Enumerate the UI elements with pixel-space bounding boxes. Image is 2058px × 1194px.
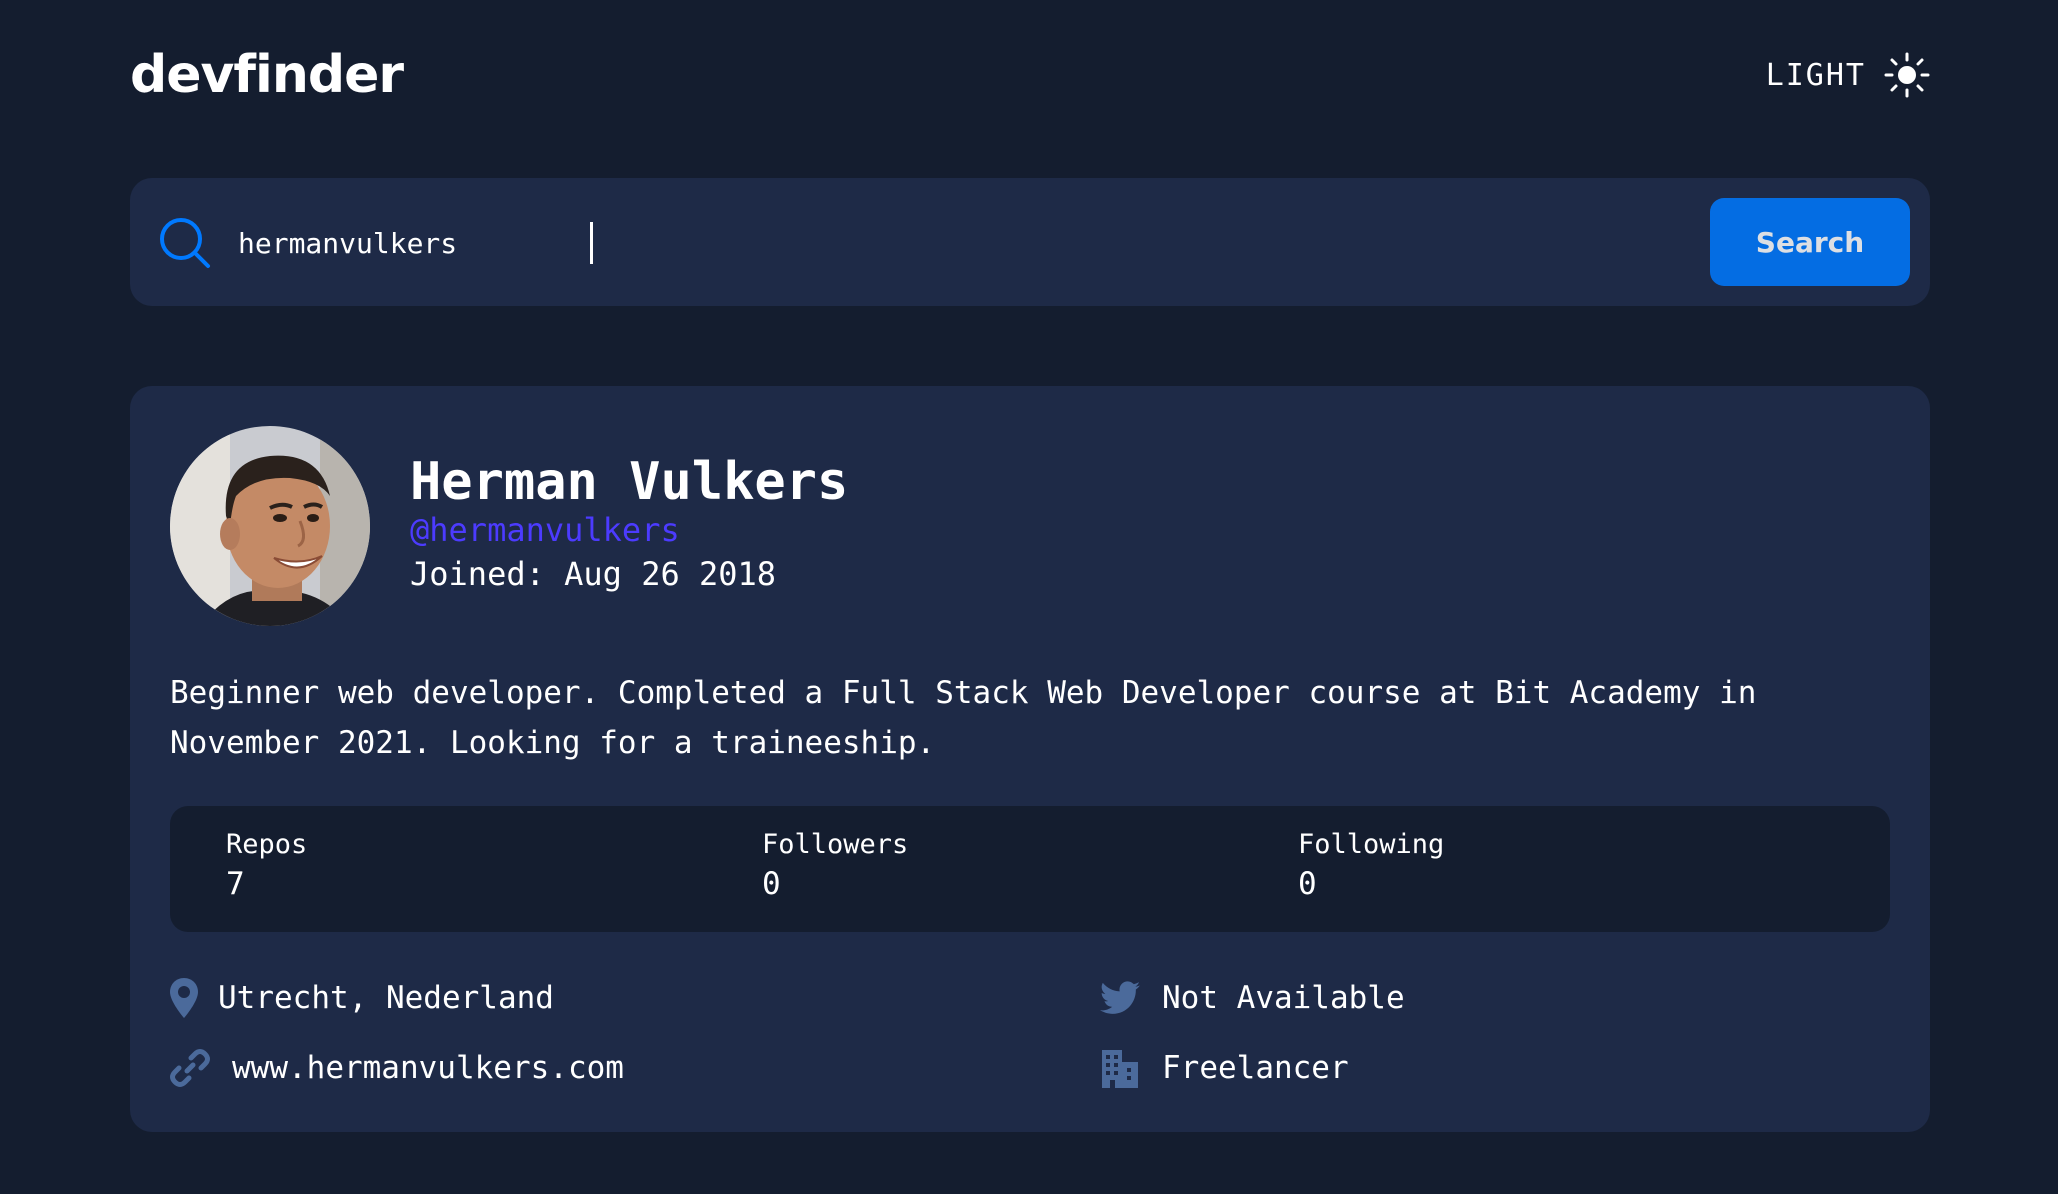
- company-text: Freelancer: [1162, 1050, 1349, 1086]
- search-bar: Search: [130, 178, 1930, 306]
- stat-label: Following: [1298, 829, 1445, 860]
- location-text: Utrecht, Nederland: [218, 980, 554, 1016]
- stat-repos: Repos 7: [226, 826, 307, 904]
- avatar: [170, 426, 370, 626]
- theme-toggle[interactable]: LIGHT: [1766, 40, 1930, 110]
- profile-joined-date: Joined: Aug 26 2018: [410, 555, 777, 593]
- stat-label: Followers: [762, 829, 909, 860]
- profile-bio: Beginner web developer. Completed a Full…: [170, 675, 1757, 761]
- stats-panel: Repos 7 Followers 0 Following 0: [170, 806, 1890, 932]
- theme-toggle-label: LIGHT: [1765, 57, 1866, 93]
- twitter-item: Not Available: [1100, 973, 1405, 1023]
- stat-label: Repos: [226, 829, 308, 860]
- profile-card: Herman Vulkers @hermanvulkers Joined: Au…: [130, 386, 1930, 1132]
- website-item: www.hermanvulkers.com: [170, 1043, 624, 1093]
- link-icon: [170, 1049, 210, 1087]
- location-pin-icon: [170, 978, 198, 1018]
- search-icon: [160, 218, 210, 268]
- building-icon: [1102, 1050, 1138, 1088]
- search-button[interactable]: Search: [1710, 198, 1910, 286]
- company-item: Freelancer: [1100, 1043, 1349, 1093]
- stat-following: Following 0: [1298, 826, 1444, 904]
- stat-value: 0: [1298, 866, 1317, 902]
- stat-followers: Followers 0: [762, 826, 908, 904]
- stat-value: 7: [226, 866, 245, 902]
- sun-icon: [1884, 52, 1930, 98]
- search-input[interactable]: [238, 208, 1798, 278]
- stat-value: 0: [762, 866, 781, 902]
- app-logo: devfinder: [130, 45, 404, 105]
- twitter-text: Not Available: [1162, 980, 1405, 1016]
- text-cursor: [590, 222, 593, 264]
- twitter-icon: [1100, 981, 1140, 1014]
- profile-name: Herman Vulkers: [410, 452, 849, 512]
- location-item: Utrecht, Nederland: [170, 973, 554, 1023]
- profile-handle-link[interactable]: @hermanvulkers: [410, 510, 680, 550]
- header: devfinder LIGHT: [130, 40, 1930, 110]
- website-link[interactable]: www.hermanvulkers.com: [232, 1050, 624, 1086]
